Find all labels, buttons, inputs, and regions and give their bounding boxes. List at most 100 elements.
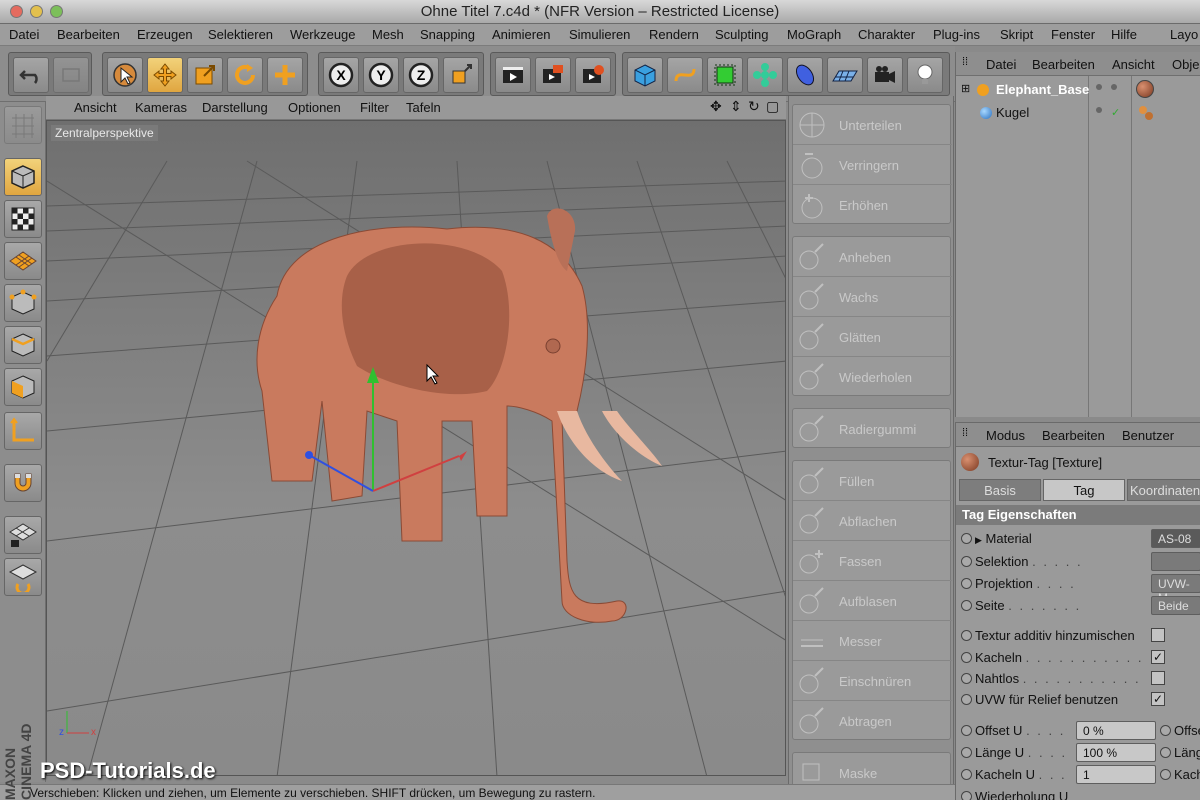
expand-toggle-icon[interactable]: ⊞ — [961, 82, 970, 95]
animation-dot[interactable] — [961, 747, 972, 758]
tab-basis[interactable]: Basis — [959, 479, 1041, 501]
attribute-menu-bearbeiten[interactable]: Bearbeiten — [1042, 428, 1105, 443]
animation-dot[interactable] — [961, 556, 972, 567]
sculpt-tool-abflachen[interactable]: Abflachen — [793, 501, 952, 541]
sculpt-tool-anheben[interactable]: Anheben — [793, 237, 952, 277]
viewport-menu-ansicht[interactable]: Ansicht — [74, 100, 117, 115]
sculpt-tool-radiergummi[interactable]: Radiergummi — [793, 409, 952, 449]
menu-rendern[interactable]: Rendern — [649, 27, 699, 42]
subdivision-button[interactable] — [707, 57, 743, 93]
menu-fenster[interactable]: Fenster — [1051, 27, 1095, 42]
laenge-u-input[interactable]: 100 % — [1076, 743, 1156, 762]
sculpt-tool-verringern[interactable]: Verringern — [793, 145, 952, 185]
menu-charakter[interactable]: Charakter — [858, 27, 915, 42]
viewport-zoom-icon[interactable]: ⇕ — [730, 98, 742, 115]
light-button[interactable] — [907, 57, 943, 93]
sculpt-tool-unterteilen[interactable]: Unterteilen — [793, 105, 952, 145]
material-link-field[interactable]: AS-08 — [1151, 529, 1200, 548]
expand-arrow-icon[interactable]: ▶ — [975, 535, 982, 545]
animation-dot[interactable] — [961, 769, 972, 780]
sculpt-tool-einschnueren[interactable]: Einschnüren — [793, 661, 952, 701]
textur-additiv-checkbox[interactable] — [1151, 628, 1165, 642]
floor-button[interactable] — [827, 57, 863, 93]
workplane-mode-button[interactable] — [4, 242, 42, 280]
texture-mode-button[interactable] — [4, 200, 42, 238]
axis-mode-button[interactable] — [4, 412, 42, 450]
viewport-menu-darstellung[interactable]: Darstellung — [202, 100, 268, 115]
undo-button[interactable] — [13, 57, 49, 93]
editor-visibility-dot[interactable] — [1096, 84, 1102, 90]
polygons-mode-button[interactable] — [4, 368, 42, 406]
menu-layout[interactable]: Layo — [1170, 27, 1198, 42]
menu-selektieren[interactable]: Selektieren — [208, 27, 273, 42]
material-tag-icon[interactable] — [1136, 80, 1154, 98]
sculpt-tool-abtragen[interactable]: Abtragen — [793, 701, 952, 741]
viewport-maximize-icon[interactable]: ▢ — [766, 98, 779, 115]
viewport-menu-kameras[interactable]: Kameras — [135, 100, 187, 115]
tab-tag[interactable]: Tag — [1043, 479, 1125, 501]
object-menu-bearbeiten[interactable]: Bearbeiten — [1032, 57, 1095, 72]
locked-workplane-button[interactable] — [4, 516, 42, 554]
animation-dot[interactable] — [961, 791, 972, 800]
sculpt-tool-fuellen[interactable]: Füllen — [793, 461, 952, 501]
viewport-pan-icon[interactable]: ✥ — [710, 98, 722, 115]
menu-bearbeiten[interactable]: Bearbeiten — [57, 27, 120, 42]
offset-u-input[interactable]: 0 % — [1076, 721, 1156, 740]
menu-hilfe[interactable]: Hilfe — [1111, 27, 1137, 42]
panel-grip-icon[interactable]: ⁞⁞ — [962, 56, 968, 68]
sculpt-tool-wachs[interactable]: Wachs — [793, 277, 952, 317]
kacheln-checkbox[interactable]: ✓ — [1151, 650, 1165, 664]
menu-animieren[interactable]: Animieren — [492, 27, 551, 42]
enabled-check-icon[interactable]: ✓ — [1111, 106, 1120, 119]
viewport-rotate-icon[interactable]: ↻ — [748, 98, 760, 115]
deformer-button[interactable] — [787, 57, 823, 93]
z-axis-lock-button[interactable]: Z — [403, 57, 439, 93]
snapping-button[interactable] — [4, 464, 42, 502]
projektion-dropdown[interactable]: UVW-M — [1151, 574, 1200, 605]
y-axis-lock-button[interactable]: Y — [363, 57, 399, 93]
panel-grip-icon[interactable]: ⁞⁞ — [962, 427, 968, 439]
uvw-relief-checkbox[interactable]: ✓ — [1151, 692, 1165, 706]
menu-plug-ins[interactable]: Plug-ins — [933, 27, 980, 42]
move-button[interactable] — [147, 57, 183, 93]
cube-button[interactable] — [627, 57, 663, 93]
sculpt-tool-wiederholen[interactable]: Wiederholen — [793, 357, 952, 397]
viewport-menu-optionen[interactable]: Optionen — [288, 100, 341, 115]
object-menu-datei[interactable]: Datei — [986, 57, 1016, 72]
recent-tool-button[interactable] — [267, 57, 303, 93]
selektion-field[interactable] — [1151, 552, 1200, 571]
render-view-button[interactable] — [495, 57, 531, 93]
object-menu-objekte[interactable]: Obje — [1172, 57, 1199, 72]
animation-dot[interactable] — [1160, 769, 1171, 780]
attribute-menu-benutzer[interactable]: Benutzer — [1122, 428, 1174, 443]
menu-datei[interactable]: Datei — [9, 27, 39, 42]
rotate-button[interactable] — [227, 57, 263, 93]
camera-button[interactable] — [867, 57, 903, 93]
object-name-elephant-base[interactable]: Elephant_Base — [996, 82, 1089, 97]
nahtlos-checkbox[interactable] — [1151, 671, 1165, 685]
animation-dot[interactable] — [961, 630, 972, 641]
object-name-kugel[interactable]: Kugel — [996, 105, 1029, 120]
object-menu-ansicht[interactable]: Ansicht — [1112, 57, 1155, 72]
edges-mode-button[interactable] — [4, 326, 42, 364]
animation-dot[interactable] — [961, 600, 972, 611]
elephant-model[interactable] — [256, 208, 662, 623]
seite-dropdown[interactable]: Beide — [1151, 596, 1200, 615]
animation-dot[interactable] — [961, 652, 972, 663]
sculpt-tool-messer[interactable]: Messer — [793, 621, 952, 661]
animation-dot[interactable] — [1160, 725, 1171, 736]
menu-skript[interactable]: Skript — [1000, 27, 1033, 42]
menu-simulieren[interactable]: Simulieren — [569, 27, 630, 42]
3d-viewport[interactable]: zx Zentralperspektive — [46, 120, 786, 776]
animation-dot[interactable] — [961, 673, 972, 684]
editor-visibility-dot[interactable] — [1096, 107, 1102, 113]
menu-sculpting[interactable]: Sculpting — [715, 27, 768, 42]
make-editable-button[interactable] — [4, 106, 42, 144]
viewport-menu-filter[interactable]: Filter — [360, 100, 389, 115]
coordinate-system-button[interactable] — [443, 57, 479, 93]
sculpt-tool-glaetten[interactable]: Glätten — [793, 317, 952, 357]
menu-werkzeuge[interactable]: Werkzeuge — [290, 27, 356, 42]
animation-dot[interactable] — [961, 694, 972, 705]
viewport-menu-tafeln[interactable]: Tafeln — [406, 100, 441, 115]
menu-mesh[interactable]: Mesh — [372, 27, 404, 42]
